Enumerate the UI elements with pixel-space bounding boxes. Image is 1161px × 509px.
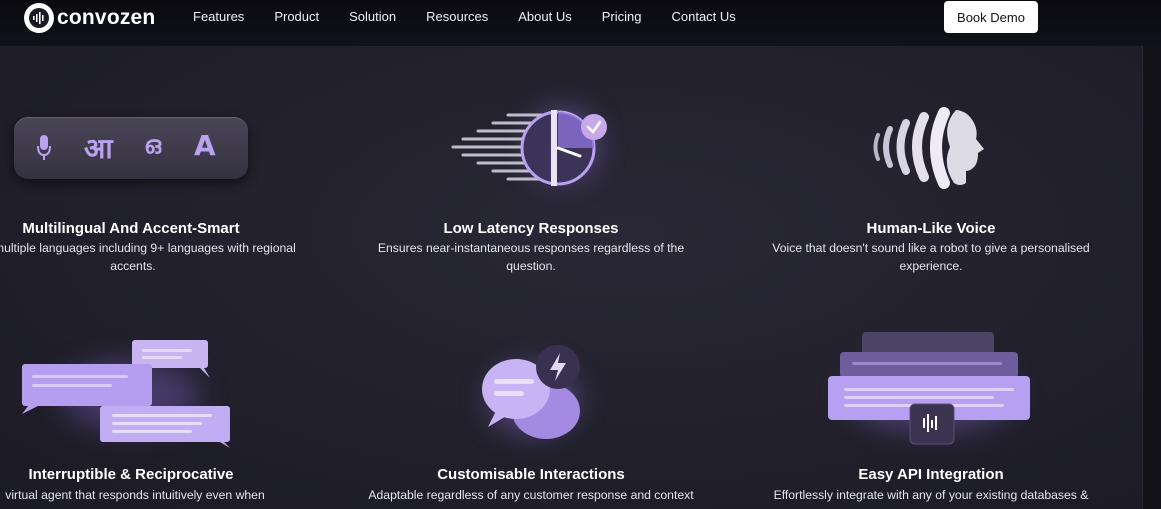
feature-title-interruptible: Interruptible & Reciprocative xyxy=(28,466,234,483)
chat-bubbles-illustration xyxy=(20,340,235,448)
feature-desc-human-voice: Voice that doesn't sound like a robot to… xyxy=(772,241,1090,273)
microphone-icon xyxy=(37,135,51,160)
brand-name: convozen xyxy=(57,6,156,29)
latin-glyph: A xyxy=(194,129,216,162)
nav-pricing[interactable]: Pricing xyxy=(602,10,642,24)
nav-solution[interactable]: Solution xyxy=(349,10,396,24)
feature-title-customisable: Customisable Interactions xyxy=(437,466,625,483)
nav-resources[interactable]: Resources xyxy=(426,10,488,24)
customisable-illustration xyxy=(478,345,588,445)
malayalam-glyph: ഒ xyxy=(144,131,162,159)
nav-about-us[interactable]: About Us xyxy=(518,10,571,24)
nav-product[interactable]: Product xyxy=(274,10,319,24)
low-latency-illustration xyxy=(448,100,618,190)
voice-head-icon xyxy=(873,107,984,189)
feature-title-api-integration: Easy API Integration xyxy=(858,466,1004,483)
human-voice-illustration xyxy=(870,105,995,190)
nav-contact-us[interactable]: Contact Us xyxy=(671,10,735,24)
logo-icon xyxy=(24,3,54,33)
multilingual-illustration: आ ഒ A xyxy=(14,117,248,179)
server-stack-icon xyxy=(828,332,1030,445)
nav-links: Features Product Solution Resources Abou… xyxy=(193,10,766,24)
chat-lightning-icon xyxy=(482,345,580,439)
speed-clock-icon xyxy=(451,110,607,186)
feature-desc-multilingual: orts multiple languages including 9+ lan… xyxy=(0,241,296,273)
top-navbar: convozen Features Product Solution Resou… xyxy=(0,0,1161,46)
feature-desc-interruptible: virtual agent that responds intuitively … xyxy=(5,488,265,502)
brand-logo[interactable]: convozen xyxy=(24,3,155,33)
nav-features[interactable]: Features xyxy=(193,10,244,24)
feature-title-multilingual: Multilingual And Accent-Smart xyxy=(22,220,240,237)
hindi-glyph: आ xyxy=(84,132,113,165)
feature-desc-api-integration: Effortlessly integrate with any of your … xyxy=(773,488,1089,502)
book-demo-button[interactable]: Book Demo xyxy=(944,1,1038,33)
feature-desc-customisable: Adaptable regardless of any customer res… xyxy=(368,488,694,502)
feature-title-human-voice: Human-Like Voice xyxy=(866,220,996,237)
feature-desc-low-latency: Ensures near-instantaneous responses reg… xyxy=(377,241,685,273)
page-scrollbar[interactable] xyxy=(1142,46,1161,509)
chat-bubbles-icon xyxy=(22,340,230,448)
api-integration-illustration xyxy=(826,332,1032,446)
feature-title-low-latency: Low Latency Responses xyxy=(443,220,619,237)
